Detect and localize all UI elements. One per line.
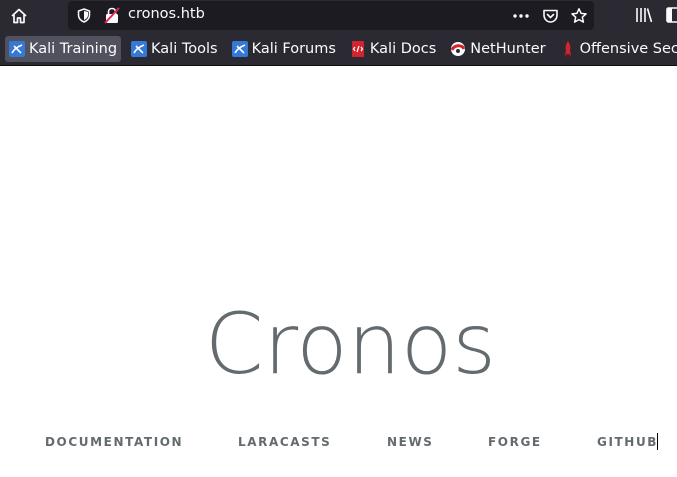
bookmark-star-button[interactable]	[570, 7, 588, 25]
bookmark-label: Kali Forums	[251, 40, 336, 57]
bookmark-kali-forums[interactable]: Kali Forums	[228, 36, 340, 62]
bookmark-nethunter[interactable]: NetHunter	[446, 36, 549, 62]
link-laracasts[interactable]: LARACASTS	[238, 435, 331, 449]
tracking-shield-icon[interactable]	[77, 8, 91, 23]
url-bar[interactable]: cronos.htb	[68, 1, 594, 30]
home-icon	[11, 8, 27, 24]
link-documentation[interactable]: DOCUMENTATION	[45, 435, 183, 449]
link-github[interactable]: GITHUB	[597, 435, 658, 449]
insecure-lock-icon[interactable]	[104, 7, 120, 24]
more-dots-icon	[513, 13, 529, 18]
pocket-icon	[542, 9, 558, 23]
star-icon	[571, 7, 587, 23]
kali-dragon-icon	[131, 40, 148, 57]
kali-dragon-icon	[9, 40, 25, 57]
bookmark-kali-tools[interactable]: Kali Tools	[127, 36, 222, 62]
url-text[interactable]: cronos.htb	[128, 6, 205, 22]
bookmark-offensive-security[interactable]: Offensive Security	[556, 36, 677, 62]
page-title: Cronos	[204, 295, 497, 393]
home-button[interactable]	[6, 3, 32, 29]
bookmark-kali-docs[interactable]: Kali Docs	[346, 36, 440, 62]
page-actions-button[interactable]	[512, 7, 530, 25]
bookmark-kali-training[interactable]: Kali Training	[5, 35, 122, 62]
pocket-button[interactable]	[541, 7, 559, 25]
url-actions	[512, 5, 588, 26]
text-cursor	[657, 433, 658, 450]
bookmark-label: Kali Training	[29, 40, 118, 57]
bookmarks-toolbar: Kali Training Kali Tools Kali Forums Kal…	[0, 32, 677, 66]
web-page: Cronos	[0, 66, 677, 477]
link-forge[interactable]: FORGE	[488, 435, 542, 449]
link-news[interactable]: NEWS	[387, 435, 434, 449]
bookmark-label: Kali Tools	[151, 40, 218, 57]
kali-docs-icon	[350, 40, 366, 57]
bookmark-label: NetHunter	[470, 40, 546, 57]
nethunter-icon	[450, 41, 466, 57]
library-icon[interactable]	[635, 7, 653, 23]
bookmark-label: Kali Docs	[369, 40, 437, 57]
bookmark-label: Offensive Security	[579, 40, 677, 57]
page-links: DOCUMENTATION LARACASTS NEWS FORGE GITHU…	[0, 435, 677, 451]
kali-dragon-icon	[231, 40, 248, 57]
offsec-icon	[560, 40, 576, 57]
sidebar-icon[interactable]	[666, 7, 677, 23]
browser-toolbar: cronos.htb	[0, 0, 677, 32]
